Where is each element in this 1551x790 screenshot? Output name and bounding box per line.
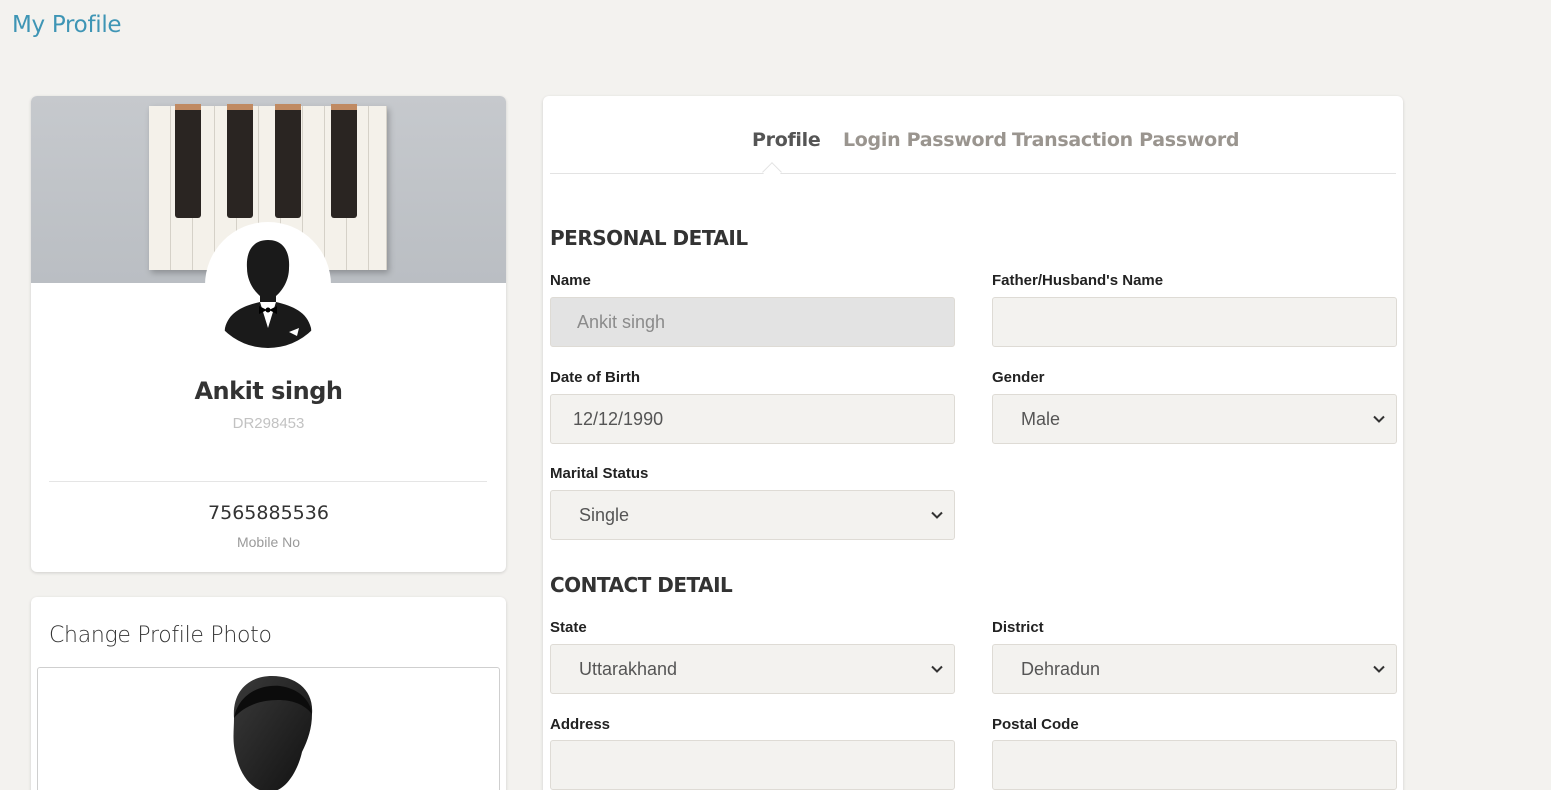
marital-status-value: Single bbox=[579, 504, 630, 525]
marital-status-label: Marital Status bbox=[550, 465, 649, 482]
address-label: Address bbox=[550, 716, 611, 733]
gender-select[interactable]: Male bbox=[992, 394, 1397, 444]
user-name: Ankit singh bbox=[194, 377, 343, 405]
tab-profile[interactable]: Profile bbox=[752, 129, 821, 151]
active-tab-caret bbox=[762, 162, 782, 182]
photo-upload-area[interactable] bbox=[37, 667, 500, 790]
marital-status-select[interactable]: Single bbox=[550, 490, 955, 540]
contact-detail-heading: CONTACT DETAIL bbox=[550, 573, 733, 597]
name-field[interactable]: Ankit singh bbox=[550, 297, 955, 347]
state-label: State bbox=[550, 619, 587, 636]
avatar-silhouette-icon bbox=[223, 240, 313, 348]
district-value: Dehradun bbox=[1021, 658, 1101, 679]
page-title: My Profile bbox=[12, 12, 122, 38]
district-select[interactable]: Dehradun bbox=[992, 644, 1397, 694]
father-name-label: Father/Husband's Name bbox=[992, 272, 1164, 289]
state-value: Uttarakhand bbox=[579, 658, 678, 679]
dob-label: Date of Birth bbox=[550, 369, 640, 386]
profile-summary-card: Ankit singh DR298453 7565885536 Mobile N… bbox=[31, 96, 506, 572]
postal-code-field[interactable] bbox=[992, 740, 1397, 790]
dob-field[interactable]: 12/12/1990 bbox=[550, 394, 955, 444]
personal-detail-heading: PERSONAL DETAIL bbox=[550, 226, 748, 250]
tab-transaction-password[interactable]: Transaction Password bbox=[1012, 129, 1240, 151]
chevron-down-icon bbox=[931, 511, 943, 519]
chevron-down-icon bbox=[1373, 665, 1385, 673]
avatar-silhouette-icon bbox=[233, 676, 313, 790]
user-id: DR298453 bbox=[232, 415, 305, 432]
chevron-down-icon bbox=[1373, 415, 1385, 423]
mobile-label: Mobile No bbox=[236, 534, 301, 550]
father-name-field[interactable] bbox=[992, 297, 1397, 347]
district-label: District bbox=[992, 619, 1044, 636]
profile-tabs: Profile Login Password Transaction Passw… bbox=[550, 124, 1396, 182]
tab-login-password[interactable]: Login Password bbox=[843, 129, 1007, 151]
mobile-number: 7565885536 bbox=[208, 502, 329, 524]
postal-code-label: Postal Code bbox=[992, 716, 1079, 733]
divider bbox=[49, 481, 487, 482]
change-photo-card: Change Profile Photo bbox=[31, 597, 506, 790]
avatar[interactable] bbox=[205, 222, 331, 348]
name-label: Name bbox=[550, 272, 591, 289]
change-photo-title: Change Profile Photo bbox=[49, 623, 272, 648]
gender-value: Male bbox=[1021, 408, 1061, 429]
chevron-down-icon bbox=[931, 665, 943, 673]
state-select[interactable]: Uttarakhand bbox=[550, 644, 955, 694]
profile-form-card: Profile Login Password Transaction Passw… bbox=[543, 96, 1403, 790]
address-field[interactable] bbox=[550, 740, 955, 790]
gender-label: Gender bbox=[992, 369, 1045, 386]
